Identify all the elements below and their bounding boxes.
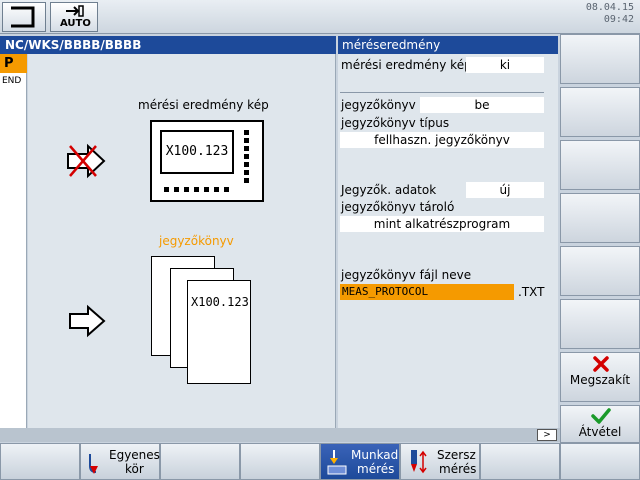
- auto-mode-button[interactable]: AUTO: [50, 2, 98, 32]
- panel-title: méréseredmény: [338, 36, 558, 54]
- tool-measure-label-2: mérés: [439, 462, 477, 476]
- result-image-caption: mérési eredmény kép: [138, 98, 269, 112]
- workpiece-measure-label-1: Munkad: [351, 448, 399, 462]
- workpiece-measure-icon: [327, 450, 347, 475]
- auto-mode-label: AUTO: [60, 18, 91, 29]
- tool-measure-label-1: Szersz: [437, 448, 476, 462]
- vertical-softkey-3[interactable]: [560, 140, 640, 190]
- horizontal-softkey-4[interactable]: [240, 443, 320, 480]
- protocol-value: X100.123: [191, 295, 249, 309]
- protocol-type-field[interactable]: fellhaszn. jegyzőkönyv: [340, 132, 544, 148]
- close-icon: [593, 356, 609, 372]
- protocol-file-field[interactable]: MEAS_PROTOCOL: [340, 284, 514, 300]
- accept-button[interactable]: Átvétel: [560, 405, 640, 443]
- auto-mode-icon: [66, 5, 84, 17]
- protocol-field[interactable]: be: [420, 97, 544, 113]
- workpiece-measure-softkey[interactable]: Munkad mérés: [320, 443, 400, 480]
- monitor-bottom-keys-icon: [164, 187, 229, 192]
- result-image-field[interactable]: ki: [466, 57, 544, 73]
- protocol-caption: jegyzőkönyv: [159, 234, 234, 248]
- vertical-softkey-2[interactable]: [560, 87, 640, 137]
- checkmark-icon: [591, 408, 611, 424]
- cancel-label: Megszakít: [569, 373, 631, 387]
- return-icon: [11, 6, 35, 28]
- monitor-value: X100.123: [165, 144, 229, 159]
- parameter-panel: mérési eredmény kép ki jegyzőkönyv be je…: [338, 54, 558, 428]
- vertical-softkey-1[interactable]: [560, 34, 640, 84]
- horizontal-softkey-8[interactable]: [560, 443, 640, 480]
- workpiece-measure-label-2: mérés: [357, 462, 395, 476]
- cancel-button[interactable]: Megszakít: [560, 352, 640, 402]
- protocol-file-extension: .TXT: [518, 285, 545, 299]
- program-strip: [0, 54, 27, 428]
- tool-measure-icon: [411, 450, 427, 474]
- monitor-side-keys-icon: [244, 130, 249, 183]
- graphics-panel: mérési eredmény kép X100.123 jegyzőkönyv…: [28, 54, 336, 428]
- line-circle-label-1: Egyenes: [109, 448, 160, 462]
- monitor-screen: X100.123: [160, 130, 234, 174]
- time-text: 09:42: [603, 14, 634, 25]
- protocol-file-label: jegyzőkönyv fájl neve: [341, 268, 472, 282]
- protocol-data-label: Jegyzők. adatok: [341, 183, 437, 197]
- line-circle-icon: [89, 454, 98, 474]
- horizontal-softkey-3[interactable]: [160, 443, 240, 480]
- accept-label: Átvétel: [578, 425, 622, 439]
- vertical-softkey-6[interactable]: [560, 299, 640, 349]
- back-button[interactable]: [2, 2, 46, 32]
- program-end-marker: END: [2, 76, 22, 86]
- scroll-right-button[interactable]: >: [537, 429, 557, 441]
- protocol-label: jegyzőkönyv: [341, 98, 416, 112]
- program-path: NC/WKS/BBBB/BBBB: [0, 36, 336, 54]
- datetime: 08.04.15 09:42: [586, 2, 634, 26]
- program-p-marker: P: [0, 54, 27, 73]
- top-bar: AUTO 08.04.15 09:42: [0, 0, 640, 34]
- arrow-right-icon: [69, 304, 106, 338]
- result-image-label: mérési eredmény kép: [341, 58, 472, 72]
- disabled-arrow-icon: [67, 143, 106, 179]
- document-page-front: X100.123: [187, 280, 251, 384]
- tool-measure-softkey[interactable]: Szersz mérés: [400, 443, 480, 480]
- protocol-data-field[interactable]: új: [466, 182, 544, 198]
- monitor-frame: X100.123: [150, 120, 264, 202]
- protocol-type-label: jegyzőkönyv típus: [341, 116, 450, 130]
- horizontal-softkey-7[interactable]: [480, 443, 560, 480]
- protocol-store-label: jegyzőkönyv tároló: [341, 200, 455, 214]
- date-text: 08.04.15: [585, 2, 634, 13]
- line-circle-label-2: kör: [125, 462, 144, 476]
- line-circle-softkey[interactable]: Egyenes kör: [80, 443, 160, 480]
- horizontal-softkey-1[interactable]: [0, 443, 80, 480]
- vertical-softkey-5[interactable]: [560, 246, 640, 296]
- horizontal-scrollbar[interactable]: [0, 428, 560, 442]
- divider: [340, 92, 544, 93]
- protocol-store-field[interactable]: mint alkatrészprogram: [340, 216, 544, 232]
- vertical-softkey-4[interactable]: [560, 193, 640, 243]
